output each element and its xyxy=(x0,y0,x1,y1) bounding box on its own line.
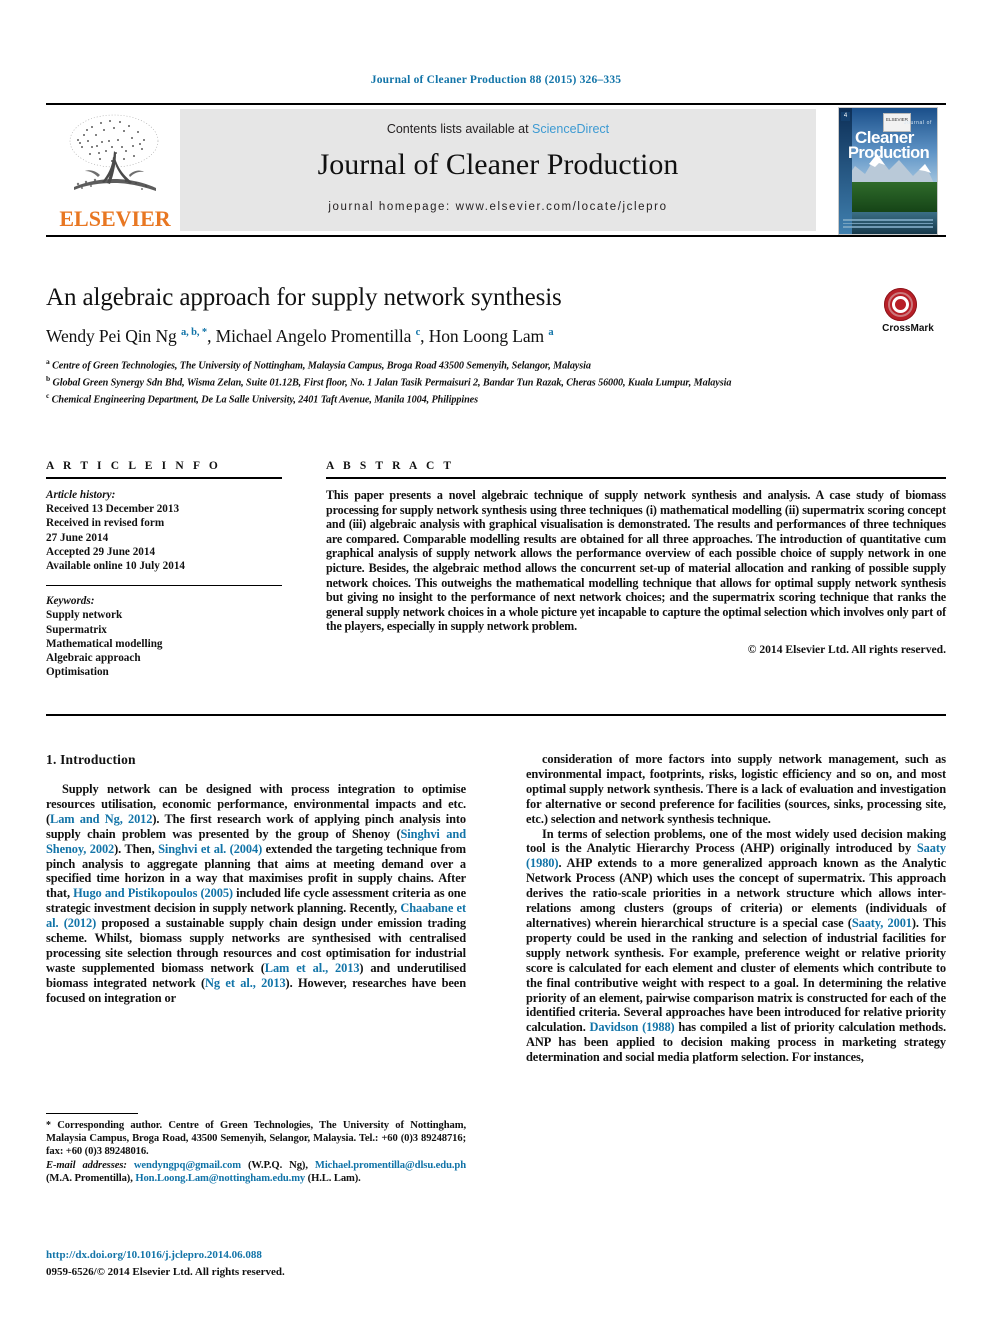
footnote-block: * Corresponding author. Centre of Green … xyxy=(46,1113,466,1186)
issn-copyright-line: 0959-6526/© 2014 Elsevier Ltd. All right… xyxy=(46,1266,285,1278)
corresponding-author-note: * Corresponding author. Centre of Green … xyxy=(46,1120,466,1157)
article-info-heading: A R T I C L E I N F O xyxy=(46,460,221,472)
body-paragraph: consideration of more factors into suppl… xyxy=(526,752,946,826)
masthead-bottom-rule xyxy=(46,235,946,237)
footnote-rule xyxy=(46,1113,138,1114)
keyword-item: Optimisation xyxy=(46,666,109,679)
paper-page: Journal of Cleaner Production 88 (2015) … xyxy=(0,0,992,1323)
keywords-rule xyxy=(46,585,282,587)
doi-link[interactable]: http://dx.doi.org/10.1016/j.jclepro.2014… xyxy=(46,1248,476,1262)
journal-homepage[interactable]: journal homepage: www.elsevier.com/locat… xyxy=(180,201,816,213)
history-item: Received 13 December 2013 xyxy=(46,503,180,516)
running-head: Journal of Cleaner Production 88 (2015) … xyxy=(370,74,622,86)
cover-volume-badge: 4 xyxy=(841,112,850,121)
cover-foreground xyxy=(839,182,937,216)
section-heading-introduction: 1. Introduction xyxy=(46,752,136,767)
journal-cover-image: 4 ELSEVIER Journal of Cleaner Production xyxy=(838,107,938,235)
body-column-left: 1. Introduction Supply network can be de… xyxy=(46,752,466,1006)
abstract-copyright: © 2014 Elsevier Ltd. All rights reserved… xyxy=(747,642,946,656)
page-title: An algebraic approach for supply network… xyxy=(46,284,562,311)
journal-cover-thumbnail: 4 ELSEVIER Journal of Cleaner Production xyxy=(828,107,946,235)
crossmark-badge[interactable]: CrossMark xyxy=(870,288,946,338)
keywords-label: Keywords: xyxy=(46,595,95,608)
body-paragraph: In terms of selection problems, one of t… xyxy=(526,826,946,1065)
elsevier-logo: ELSEVIER xyxy=(54,111,176,231)
article-history-label: Article history: xyxy=(46,489,116,501)
history-item: Received in revised form xyxy=(46,517,165,530)
article-info-column: A R T I C L E I N F O Article history: R… xyxy=(46,460,282,679)
masthead-top-rule xyxy=(46,103,946,105)
abstract-text: This paper presents a novel algebraic te… xyxy=(326,488,946,634)
elsevier-tree-icon xyxy=(69,114,159,191)
cover-journal-of-label: Journal of xyxy=(904,120,932,126)
journal-masthead: ELSEVIER Contents lists available at Sci… xyxy=(46,103,946,237)
keyword-item: Algebraic approach xyxy=(46,652,141,665)
journal-title: Journal of Cleaner Production xyxy=(317,148,679,181)
keyword-item: Supermatrix xyxy=(46,623,107,636)
sciencedirect-link[interactable]: ScienceDirect xyxy=(532,122,609,136)
affiliation-c: c Chemical Engineering Department, De La… xyxy=(46,390,478,406)
elsevier-wordmark: ELSEVIER xyxy=(59,206,171,231)
affiliation-list: a Centre of Green Technologies, The Univ… xyxy=(46,356,946,407)
abstract-column: A B S T R A C T This paper presents a no… xyxy=(326,460,946,656)
history-item: Available online 10 July 2014 xyxy=(46,560,186,573)
email-addresses-note: E-mail addresses: wendyngpq@gmail.com (W… xyxy=(46,1160,466,1185)
journal-banner: Contents lists available at ScienceDirec… xyxy=(180,109,816,231)
crossmark-icon xyxy=(884,288,917,321)
title-block: CrossMark An algebraic approach for supp… xyxy=(46,283,946,407)
author-list: Wendy Pei Qin Ng a, b, *, Michael Angelo… xyxy=(46,326,554,346)
abstract-rule xyxy=(326,477,946,479)
contents-line: Contents lists available at ScienceDirec… xyxy=(180,122,816,136)
cover-title-production: Production xyxy=(848,144,930,162)
article-info-rule xyxy=(46,477,282,479)
keyword-item: Supply network xyxy=(46,609,123,622)
article-history: Article history: Received 13 December 20… xyxy=(46,488,282,573)
body-column-right: consideration of more factors into suppl… xyxy=(526,752,946,1065)
section-divider-rule xyxy=(46,714,946,716)
contents-prefix: Contents lists available at xyxy=(386,122,533,136)
affiliation-a: a Centre of Green Technologies, The Univ… xyxy=(46,357,591,372)
history-item: Accepted 29 June 2014 xyxy=(46,545,156,558)
keywords-list: Keywords: Supply network Supermatrix Mat… xyxy=(46,594,282,679)
keyword-item: Mathematical modelling xyxy=(46,637,163,650)
cover-footer-lines xyxy=(843,219,933,231)
abstract-heading: A B S T R A C T xyxy=(326,460,455,472)
affiliation-b: b Global Green Synergy Sdn Bhd, Wisma Ze… xyxy=(46,373,732,389)
body-paragraph: Supply network can be designed with proc… xyxy=(46,782,466,1005)
crossmark-label: CrossMark xyxy=(882,323,934,334)
cover-spine xyxy=(839,108,852,234)
history-item: 27 June 2014 xyxy=(46,531,109,544)
